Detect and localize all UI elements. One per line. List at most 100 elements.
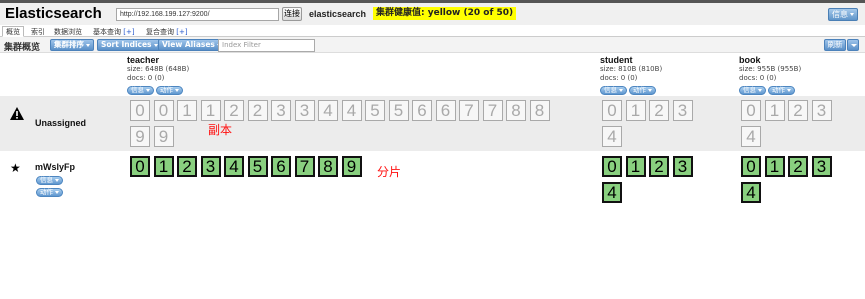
index-action-button[interactable]: 动作: [629, 86, 656, 95]
index-action-button[interactable]: 动作: [768, 86, 795, 95]
replica-shard[interactable]: 6: [412, 100, 432, 121]
replica-shard[interactable]: 9: [130, 126, 150, 147]
tab-browser[interactable]: 数据浏览: [50, 26, 86, 37]
cluster-health-badge: 集群健康值: yellow (20 of 50): [373, 7, 517, 20]
node-info-button[interactable]: 信息: [36, 176, 63, 185]
index-info-button[interactable]: 信息: [739, 86, 766, 95]
sort-cluster-button[interactable]: 集群排序: [50, 39, 94, 51]
replica-annotation: 副本: [208, 123, 233, 137]
replica-shard[interactable]: 5: [365, 100, 385, 121]
index-docs: docs: 0 (0): [739, 74, 777, 82]
replica-shard[interactable]: 3: [811, 100, 832, 121]
refresh-button[interactable]: 刷新: [824, 39, 846, 51]
primary-shard[interactable]: 1: [764, 156, 785, 177]
replica-shard[interactable]: 9: [153, 126, 174, 147]
tab-basic-query-plus[interactable]: [+]: [123, 28, 134, 36]
primary-shard[interactable]: 3: [672, 156, 693, 177]
replica-shard[interactable]: 0: [130, 100, 150, 121]
replica-shard[interactable]: 5: [388, 100, 409, 121]
replica-shard[interactable]: 3: [294, 100, 315, 121]
replica-shard[interactable]: 4: [318, 100, 338, 121]
replica-shard[interactable]: 3: [271, 100, 291, 121]
replica-shard[interactable]: 0: [741, 100, 761, 121]
primary-shard[interactable]: 2: [649, 156, 669, 177]
tab-bar: 概览 索引 数据浏览 基本查询 [+] 复合查询 [+]: [0, 25, 865, 37]
sort-indices-button[interactable]: Sort Indices: [97, 39, 162, 51]
index-info-button[interactable]: 信息: [127, 86, 154, 95]
info-menu-button[interactable]: 信息: [828, 8, 858, 21]
shard-annotation: 分片: [377, 165, 402, 179]
chevron-down-icon: [55, 190, 59, 194]
replica-shard[interactable]: 2: [247, 100, 268, 121]
replica-shard[interactable]: 4: [341, 100, 362, 121]
replica-shard[interactable]: 4: [602, 126, 622, 147]
tab-indices[interactable]: 索引: [27, 26, 49, 37]
primary-shard[interactable]: 2: [177, 156, 197, 177]
tab-compound-query-plus[interactable]: [+]: [176, 28, 187, 36]
replica-shard[interactable]: 4: [741, 126, 761, 147]
chevron-down-icon: [648, 88, 652, 92]
replica-shard[interactable]: 1: [200, 100, 221, 121]
primary-shard[interactable]: 0: [130, 156, 150, 177]
primary-shard[interactable]: 3: [200, 156, 221, 177]
cluster-url-input[interactable]: http://192.168.199.127:9200/: [116, 8, 279, 21]
chevron-down-icon: [146, 88, 150, 92]
refresh-interval-dropdown[interactable]: [847, 39, 859, 51]
primary-shard[interactable]: 4: [602, 182, 622, 203]
primary-shard[interactable]: 9: [341, 156, 362, 177]
chevron-down-icon: [758, 88, 762, 92]
primary-shard[interactable]: 5: [247, 156, 268, 177]
index-header-book: book size: 955B (955B) docs: 0 (0) 信息 动作: [739, 55, 802, 95]
tab-compound-query[interactable]: 复合查询 [+]: [142, 26, 192, 37]
tab-basic-query-label: 基本查询: [93, 28, 121, 36]
index-action-button[interactable]: 动作: [156, 86, 183, 95]
primary-shard[interactable]: 4: [224, 156, 244, 177]
primary-shard[interactable]: 0: [741, 156, 761, 177]
replica-shard[interactable]: 0: [602, 100, 622, 121]
index-name: teacher: [127, 55, 160, 65]
primary-shard[interactable]: 4: [741, 182, 761, 203]
chevron-down-icon: [175, 88, 179, 92]
replica-shard[interactable]: 6: [435, 100, 456, 121]
chevron-down-icon: [850, 13, 854, 16]
tab-compound-query-label: 复合查询: [146, 28, 174, 36]
primary-shard[interactable]: 2: [788, 156, 808, 177]
primary-shard[interactable]: 0: [602, 156, 622, 177]
primary-shard[interactable]: 7: [294, 156, 315, 177]
index-docs: docs: 0 (0): [127, 74, 165, 82]
replica-shard[interactable]: 2: [224, 100, 244, 121]
sort-indices-label: Sort Indices: [101, 40, 152, 49]
info-menu-label: 信息: [832, 10, 848, 19]
index-header-teacher: teacher size: 648B (648B) docs: 0 (0) 信息…: [127, 55, 189, 95]
replica-shard[interactable]: 1: [764, 100, 785, 121]
primary-shard[interactable]: 8: [318, 156, 338, 177]
tab-basic-query[interactable]: 基本查询 [+]: [89, 26, 139, 37]
replica-shard[interactable]: 7: [459, 100, 479, 121]
node-action-button[interactable]: 动作: [36, 188, 63, 197]
view-aliases-button[interactable]: View Aliases: [158, 39, 225, 51]
replica-shard[interactable]: 8: [529, 100, 550, 121]
index-header-student: student size: 810B (810B) docs: 0 (0) 信息…: [600, 55, 662, 95]
primary-shard[interactable]: 1: [153, 156, 174, 177]
index-name: book: [739, 55, 761, 65]
index-size: size: 955B (955B): [739, 65, 802, 73]
chevron-down-icon: [619, 88, 623, 92]
cluster-name: elasticsearch: [309, 9, 367, 19]
node-name: mWslyFp: [35, 162, 76, 172]
replica-shard[interactable]: 1: [625, 100, 646, 121]
replica-shard[interactable]: 2: [788, 100, 808, 121]
primary-shard[interactable]: 6: [271, 156, 291, 177]
primary-shard[interactable]: 1: [625, 156, 646, 177]
replica-shard[interactable]: 8: [506, 100, 526, 121]
replica-shard[interactable]: 0: [153, 100, 174, 121]
replica-shard[interactable]: 7: [482, 100, 503, 121]
index-info-button[interactable]: 信息: [600, 86, 627, 95]
replica-shard[interactable]: 3: [672, 100, 693, 121]
tab-overview[interactable]: 概览: [2, 26, 24, 37]
replica-shard[interactable]: 2: [649, 100, 669, 121]
replica-shard[interactable]: 1: [177, 100, 197, 121]
index-filter-input[interactable]: Index Filter: [218, 39, 315, 52]
index-name: student: [600, 55, 633, 65]
connect-button[interactable]: 连接: [282, 7, 302, 21]
primary-shard[interactable]: 3: [811, 156, 832, 177]
